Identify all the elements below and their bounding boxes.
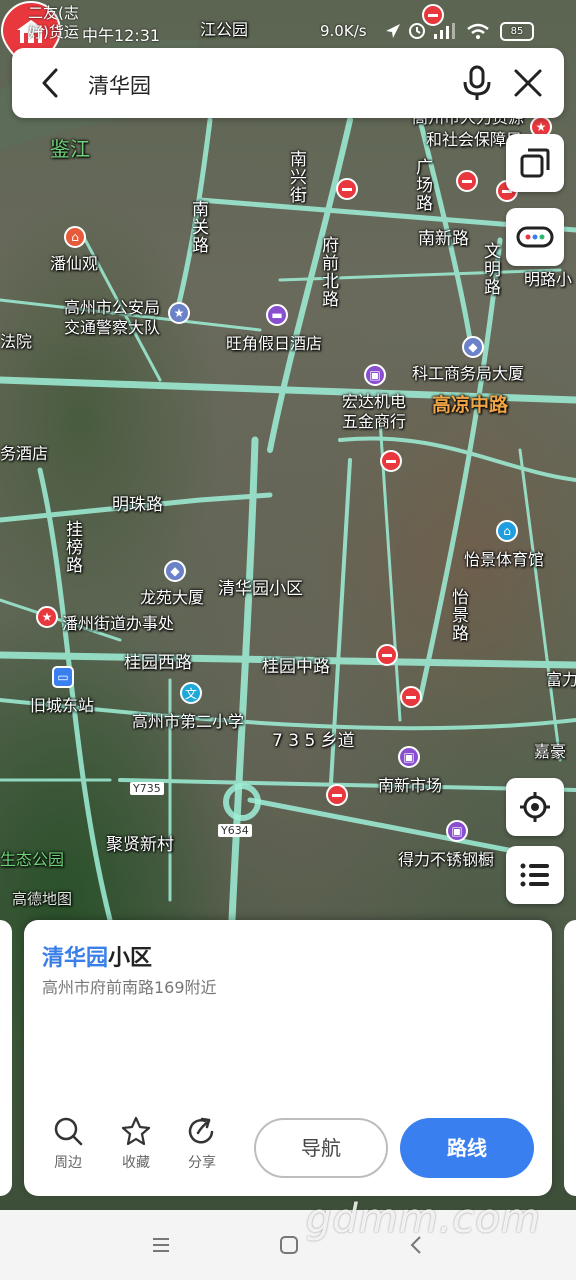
bus-station-icon[interactable]: ▭ <box>52 666 74 688</box>
close-icon[interactable] <box>510 65 546 101</box>
share-label: 分享 <box>188 1155 216 1171</box>
place-title-rest: 小区 <box>108 946 153 971</box>
label-y735: Y735 <box>130 782 164 795</box>
market-icon[interactable]: ▣ <box>398 746 420 768</box>
hotel-icon[interactable]: ▬ <box>266 304 288 326</box>
label-wangjiao-hotel: 旺角假日酒店 <box>226 334 323 353</box>
label-longyuan-bldg: 龙苑大厦 <box>140 588 205 607</box>
locate-me-button[interactable] <box>506 778 564 836</box>
label-mingluxiao: 明路小 <box>524 270 573 289</box>
carrier-label: 二友(志 好)货运 <box>28 4 79 41</box>
label-wenming-rd: 文明路 <box>480 242 500 296</box>
shop-icon[interactable]: ▣ <box>364 364 386 386</box>
microphone-icon[interactable] <box>460 64 494 102</box>
govt-office-icon[interactable]: ★ <box>36 606 58 628</box>
label-eco-park: 生态公园 <box>0 850 65 869</box>
label-delibuxiu: 得力不锈钢橱 <box>398 850 495 869</box>
no-entry-icon <box>456 170 478 192</box>
list-icon <box>520 863 549 887</box>
police-icon[interactable]: ★ <box>168 302 190 324</box>
location-icon <box>386 24 400 38</box>
next-card-peek[interactable] <box>564 920 576 1196</box>
no-entry-icon <box>376 644 398 666</box>
battery-icon: 85 <box>500 22 534 41</box>
place-title: 清华园小区 <box>42 940 152 972</box>
previous-card-peek[interactable] <box>0 920 12 1196</box>
watermark: gdmm.com <box>306 1196 541 1242</box>
no-entry-icon <box>336 178 358 200</box>
nearby-button[interactable]: 周边 <box>40 1116 96 1172</box>
signal-icon <box>434 23 455 39</box>
label-jian-jiang: 鉴江 <box>50 137 90 161</box>
no-entry-icon <box>380 450 402 472</box>
office-icon[interactable]: ◆ <box>462 336 484 358</box>
favorite-label: 收藏 <box>122 1155 150 1171</box>
temple-icon[interactable]: ⌂ <box>64 226 86 248</box>
label-yijing-gym: 怡景体育馆 <box>464 550 545 569</box>
label-guiyuan-west: 桂园西路 <box>124 653 192 673</box>
place-info-card[interactable]: 清华园小区 高州市府前南路169附近 周边 收藏 分享 导航 路线 <box>24 920 552 1196</box>
no-entry-icon <box>326 784 348 806</box>
label-yijing-rd: 怡景路 <box>448 588 468 642</box>
share-button[interactable]: 分享 <box>174 1116 230 1172</box>
store-icon[interactable]: ▣ <box>446 820 468 842</box>
label-nanxin-rd: 南新路 <box>418 229 469 249</box>
building-icon[interactable]: ◆ <box>164 560 186 582</box>
no-entry-icon <box>400 686 422 708</box>
label-mingzhu-rd: 明珠路 <box>112 495 163 515</box>
place-address: 高州市府前南路169附近 <box>42 978 217 997</box>
gaode-logo: 高德地图 <box>12 890 73 908</box>
label-police-2: 交通警察大队 <box>64 318 161 337</box>
layers-icon <box>520 148 550 178</box>
label-kegong-bldg: 科工商务局大厦 <box>412 364 525 383</box>
label-juxian-village: 聚贤新村 <box>106 835 174 855</box>
wifi-icon <box>467 23 489 39</box>
favorite-button[interactable]: 收藏 <box>108 1116 164 1172</box>
label-nanxin-market: 南新市场 <box>378 776 443 795</box>
navigate-button[interactable]: 导航 <box>254 1118 388 1178</box>
label-school-2: 高州市第二小学 <box>132 712 245 731</box>
crosshair-icon <box>520 792 550 822</box>
label-guangchang-rd: 广场路 <box>412 158 432 212</box>
label-panxian-temple: 潘仙观 <box>50 254 99 273</box>
label-fuqianbei-rd: 府前北路 <box>318 236 338 308</box>
label-nanxing-st: 南兴街 <box>286 150 306 204</box>
label-hongda-2: 五金商行 <box>342 412 407 431</box>
list-view-button[interactable] <box>506 846 564 904</box>
status-time: 中午12:31 <box>82 26 161 45</box>
share-icon <box>188 1117 214 1144</box>
label-fuli: 富力 <box>546 670 576 689</box>
home-icon[interactable] <box>278 1234 300 1256</box>
route-button[interactable]: 路线 <box>400 1118 534 1178</box>
search-query[interactable]: 清华园 <box>88 70 151 100</box>
network-speed: 9.0K/s <box>320 22 367 40</box>
toolbox-icon <box>516 226 554 248</box>
label-fayuan: 法院 <box>0 332 33 351</box>
star-icon <box>121 1116 151 1146</box>
label-panzhou-office: 潘州街道办事处 <box>62 614 175 633</box>
label-guabang-rd: 挂榜路 <box>62 520 82 574</box>
school-icon[interactable]: 文 <box>180 682 202 704</box>
status-bar: 二友(志 好)货运 中午12:31 9.0K/s 85 <box>0 0 576 45</box>
back-arrow-icon[interactable] <box>34 66 68 100</box>
label-guiyuan-mid: 桂园中路 <box>262 657 330 677</box>
label-nanguan-rd: 南关路 <box>188 200 208 254</box>
label-gaoliang-rd: 高凉中路 <box>432 394 509 416</box>
search-icon <box>54 1117 83 1146</box>
label-road-735: 7 3 5 乡道 <box>272 731 355 751</box>
search-bar[interactable]: 清华园 <box>12 48 564 118</box>
place-title-highlight: 清华园 <box>42 946 109 971</box>
more-tools-button[interactable] <box>506 208 564 266</box>
alarm-icon <box>409 23 425 39</box>
label-jiahao: 嘉豪 <box>534 742 567 761</box>
label-wu-hotel: 务酒店 <box>0 444 49 463</box>
layers-button[interactable] <box>506 134 564 192</box>
label-y634: Y634 <box>218 824 252 837</box>
menu-icon[interactable] <box>150 1234 172 1256</box>
label-jiuchengdong: 旧城东站 <box>30 696 95 715</box>
label-community: 清华园小区 <box>218 579 303 599</box>
nearby-label: 周边 <box>54 1155 82 1171</box>
gym-icon[interactable]: ⌂ <box>496 520 518 542</box>
